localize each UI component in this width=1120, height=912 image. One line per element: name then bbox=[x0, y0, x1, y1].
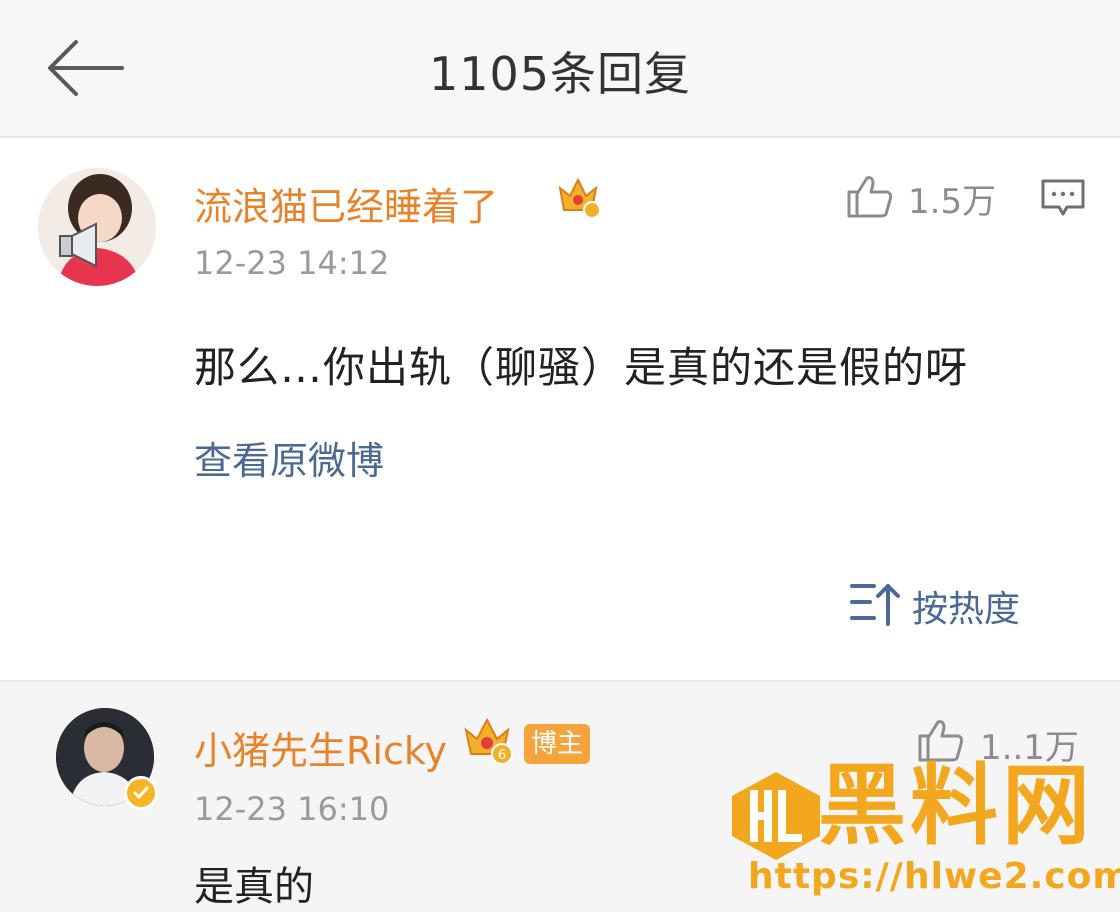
sort-icon bbox=[850, 584, 900, 626]
comment-text: 那么…你出轨（聊骚）是真的还是假的呀 bbox=[194, 343, 969, 392]
username[interactable]: 流浪猫已经睡着了 bbox=[194, 176, 498, 231]
comment-text: 是真的 bbox=[194, 864, 314, 910]
verified-badge-icon bbox=[124, 776, 158, 810]
comment-time: 12-23 14:12 bbox=[194, 244, 390, 282]
crown-vip-icon bbox=[558, 177, 601, 219]
comment-time: 12-23 16:10 bbox=[194, 790, 390, 828]
watermark-url: https://hlwe2.com bbox=[748, 856, 1120, 897]
username[interactable]: 小猪先生Ricky bbox=[194, 720, 447, 775]
crown-vip-icon: 6 bbox=[464, 717, 513, 765]
crown-level: 6 bbox=[498, 748, 506, 763]
sort-button[interactable]: 按热度 bbox=[850, 574, 1040, 634]
host-badge: 博主 bbox=[524, 724, 590, 764]
watermark-text: 黑料网 bbox=[818, 754, 1095, 857]
header-bar: 1105条回复 bbox=[0, 0, 1120, 138]
page-title: 1105条回复 bbox=[428, 47, 692, 101]
sort-label: 按热度 bbox=[912, 589, 1021, 630]
page: 1105条回复 流浪猫已经睡着了 1.5万 12-23 14:12 那么…你出轨… bbox=[0, 0, 1120, 912]
avatar[interactable] bbox=[38, 168, 156, 286]
thumbs-up-icon[interactable] bbox=[845, 172, 895, 220]
view-original-link[interactable]: 查看原微博 bbox=[194, 430, 384, 485]
main-comment: 流浪猫已经睡着了 1.5万 12-23 14:12 那么…你出轨（聊骚）是真的还… bbox=[0, 138, 1120, 680]
like-count: 1.5万 bbox=[908, 182, 997, 222]
watermark-logo-icon bbox=[732, 772, 820, 860]
comment-icon[interactable] bbox=[1040, 178, 1086, 218]
